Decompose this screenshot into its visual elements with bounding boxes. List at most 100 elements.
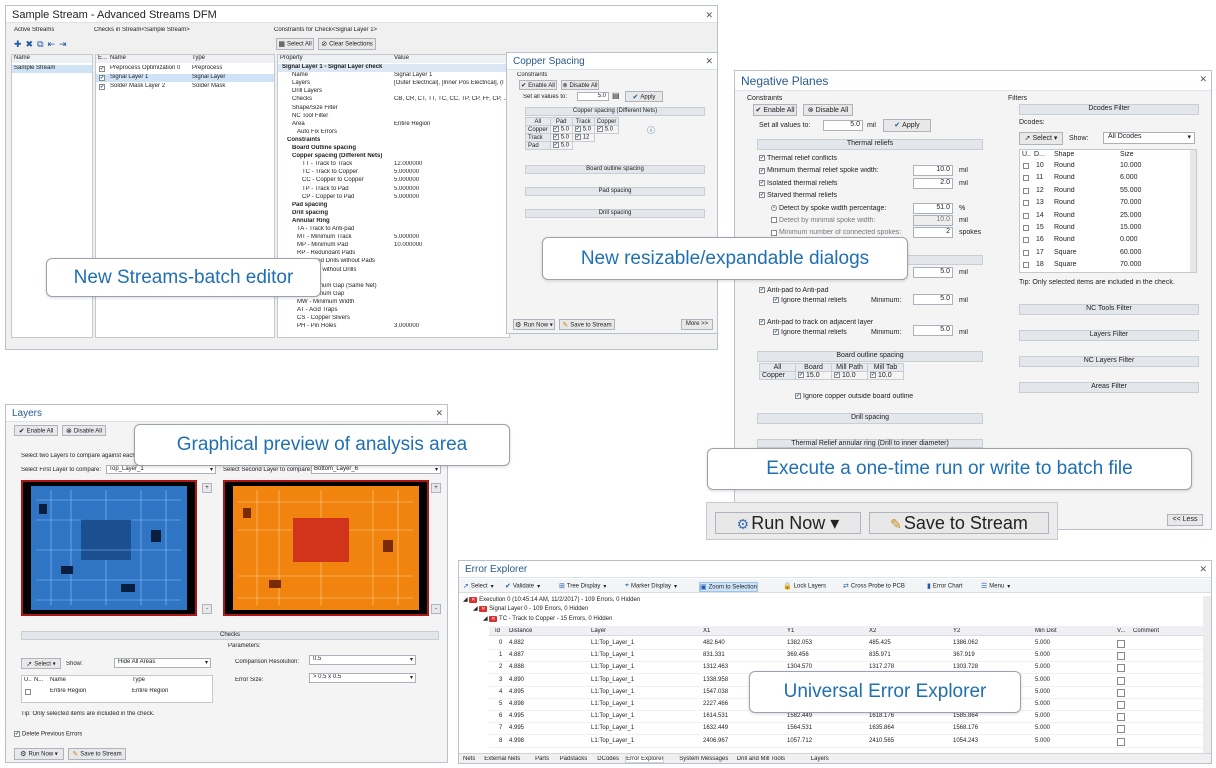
dcode-row[interactable]: 16 Round 0.000	[1020, 236, 1188, 247]
run-now-big-button[interactable]: ⚙ Run Now ▾	[715, 512, 861, 534]
enable-all-button[interactable]: ✔ Enable All	[519, 80, 557, 90]
check-row[interactable]: ✔ Solder Mask Layer 2 Solder Mask	[96, 83, 274, 91]
checkbox-icon[interactable]: ✔	[759, 167, 765, 174]
table-row[interactable]: 6 4.995 L1:Top_Layer_1 1614.531 1582.449 1618…	[489, 712, 1203, 724]
thermal-row[interactable]: ✔ Starved thermal reliefs	[759, 192, 837, 199]
checkbox-icon[interactable]: ✔	[759, 192, 765, 199]
save-to-stream-big-button[interactable]: ✎ Save to Stream	[869, 512, 1049, 534]
prop-row[interactable]: NC Tool Filter	[278, 113, 509, 121]
checkbox-icon[interactable]: ✔	[759, 155, 765, 162]
drill-spacing-bar[interactable]: Drill spacing	[757, 413, 983, 424]
save-to-stream-button[interactable]: ✎ Save to Stream	[559, 319, 615, 330]
dcode-row[interactable]: 14 Round 25.000	[1020, 212, 1188, 223]
copper-cell[interactable]: ✔ 5.0	[549, 125, 573, 134]
prop-row[interactable]: TC - Track to Copper 5.000000	[278, 169, 509, 177]
checkbox-icon[interactable]	[1117, 713, 1125, 722]
table-row[interactable]: 0 4.882 L1:Top_Layer_1 482.640 1382.053 485.4…	[489, 639, 1203, 650]
stream-toolbar-icons[interactable]: ✚✖⧉⇤⇥	[14, 39, 71, 50]
set-all-input[interactable]: 5.0	[823, 120, 863, 131]
checkbox-icon[interactable]	[1023, 187, 1029, 194]
tab-padstacks[interactable]: Padstacks	[560, 756, 588, 762]
prop-row[interactable]: Shape/Size Filter	[278, 105, 509, 113]
prop-row[interactable]: AT - Acid Traps	[278, 307, 509, 315]
ignore-thermal-checkbox-2[interactable]: ✔ Ignore thermal reliefs	[773, 329, 847, 336]
show-dropdown[interactable]: Hide All Areas ▾	[114, 658, 211, 668]
enable-all-button[interactable]: ✔ Enable All	[14, 425, 58, 436]
scrollbar[interactable]	[1190, 150, 1196, 272]
tab-dcodes[interactable]: DCodes	[597, 756, 619, 762]
prop-row[interactable]: Board Outline spacing	[278, 145, 509, 153]
second-layer-select[interactable]: Bottom_Layer_6 ▾	[311, 465, 441, 474]
prop-row[interactable]: MW - Minimum Width	[278, 299, 509, 307]
err-tool-button[interactable]: ⊞ Tree Display ▾	[559, 582, 606, 590]
tab-parts[interactable]: Parts	[535, 756, 549, 762]
prop-row[interactable]: Annular Ring	[278, 218, 509, 226]
checkbox-icon[interactable]: ✔	[574, 126, 581, 133]
checkbox-icon[interactable]: ✔	[552, 126, 559, 133]
checkbox-icon[interactable]	[771, 229, 777, 236]
thermal-input[interactable]: 51.0	[913, 202, 953, 214]
thermal-row[interactable]: Minimum number of connected spokes:	[771, 229, 901, 236]
checkbox-icon[interactable]: ✔	[552, 134, 559, 141]
checkbox-icon[interactable]	[25, 689, 31, 695]
prop-row[interactable]: MP - Minimum Pad 10.000000	[278, 242, 509, 250]
checkbox-icon[interactable]	[1117, 701, 1125, 709]
checkbox-icon[interactable]: ✔	[596, 126, 603, 133]
thermal-input[interactable]: 2	[913, 227, 953, 239]
resolution-input[interactable]: 0.5 ▾	[309, 655, 416, 665]
checkbox-icon[interactable]: ✔	[870, 372, 876, 379]
tab-drill-and-mill-tools[interactable]: Drill and Mill Tools	[737, 756, 785, 762]
set-all-input[interactable]: 5.0	[577, 92, 609, 101]
err-tool-button[interactable]: ➚ Select ▾	[463, 582, 494, 590]
thermal-ring-bar[interactable]: Thermal Relief annular ring (Drill to in…	[757, 439, 983, 448]
first-layer-select[interactable]: Top_Layer_1 ▾	[106, 465, 216, 474]
error-size-input[interactable]: > 0.5 x 0.5 ▾	[309, 673, 416, 683]
err-tool-button[interactable]: ⌖ Marker Display ▾	[625, 582, 677, 590]
tree-tc[interactable]: ◢ ✕ TC - Track to Copper - 15 Errors, 0 …	[483, 615, 612, 622]
table-row[interactable]: 7 4.995 L1:Top_Layer_1 1632.449 1564.531 1635…	[489, 724, 1203, 736]
zoom-in-button[interactable]: +	[202, 483, 212, 493]
select-all-button[interactable]: ▦ Select All	[276, 38, 314, 50]
table-row[interactable]: 1 4.887 L1:Top_Layer_1 831.331 369.456 835.97…	[489, 651, 1203, 663]
checkbox-icon[interactable]	[1023, 225, 1029, 231]
check-row[interactable]: ✔ Signal Layer 1 Signal Layer	[96, 74, 274, 82]
prop-row[interactable]: Name Signal Layer 1	[278, 72, 509, 80]
clear-selections-button[interactable]: ⊘ Clear Selections	[318, 38, 376, 50]
thermal-row[interactable]: Detect by minimal spoke width:	[771, 217, 875, 224]
checkbox-icon[interactable]	[1023, 262, 1029, 269]
close-icon[interactable]: ✕	[705, 56, 713, 67]
checkbox-icon[interactable]: ✔	[99, 75, 105, 81]
prop-row[interactable]: Layers [Outer Electrical], [Inner Pos Ele…	[278, 80, 509, 88]
check-row[interactable]: ✔ Preprocess Optimization 0 Preprocess	[96, 65, 274, 73]
calculator-icon[interactable]: ▤	[612, 91, 620, 100]
dcode-row[interactable]: 18 Square 70.000	[1020, 261, 1188, 272]
prop-row[interactable]: TA - Track to Anti-pad	[278, 226, 509, 234]
copper-cell[interactable]: ✔ 12	[571, 133, 595, 142]
active-stream-item[interactable]: Sample Stream	[12, 65, 92, 73]
dcode-row[interactable]: 17 Square 60.000	[1020, 249, 1188, 260]
prop-row[interactable]: Drill spacing	[278, 210, 509, 218]
table-row[interactable]: 8 4.998 L1:Top_Layer_1 2406.967 1057.712 2410…	[489, 737, 1203, 748]
antipad-checkbox[interactable]: ✔ Anti-pad to Anti-pad	[759, 287, 829, 294]
tab-error-explorer[interactable]: Error Explorer	[625, 756, 665, 763]
run-now-button[interactable]: ⚙ Run Now ▾	[513, 319, 555, 330]
apply-button[interactable]: ✔ Apply	[625, 91, 663, 102]
checks-bar[interactable]: Checks	[21, 631, 439, 640]
prop-row[interactable]: Drill Layers	[278, 88, 509, 96]
prop-row[interactable]: TT - Track to Track 12.000000	[278, 161, 509, 169]
disable-all-button[interactable]: ⊗ Disable All	[62, 425, 106, 436]
checkbox-icon[interactable]	[1117, 688, 1125, 697]
checkbox-icon[interactable]: ✔	[99, 84, 105, 90]
checkbox-icon[interactable]: ✔	[99, 66, 105, 72]
save-to-stream-button[interactable]: ✎ Save to Stream	[68, 748, 126, 760]
prop-row[interactable]: CP - Copper to Pad 5.000000	[278, 194, 509, 202]
checkbox-icon[interactable]	[1023, 163, 1029, 169]
board-outline-bar[interactable]: Board outline spacing	[757, 351, 983, 362]
thermal-input[interactable]: 2.0	[913, 177, 953, 189]
checkbox-icon[interactable]	[1023, 175, 1029, 182]
checkbox-icon[interactable]	[1117, 725, 1125, 734]
checkbox-icon[interactable]: ✔	[574, 134, 581, 141]
tab-nets[interactable]: Nets	[463, 756, 475, 762]
checkbox-icon[interactable]	[1117, 652, 1125, 661]
dcode-row[interactable]: 10 Round 10.000	[1020, 162, 1188, 173]
